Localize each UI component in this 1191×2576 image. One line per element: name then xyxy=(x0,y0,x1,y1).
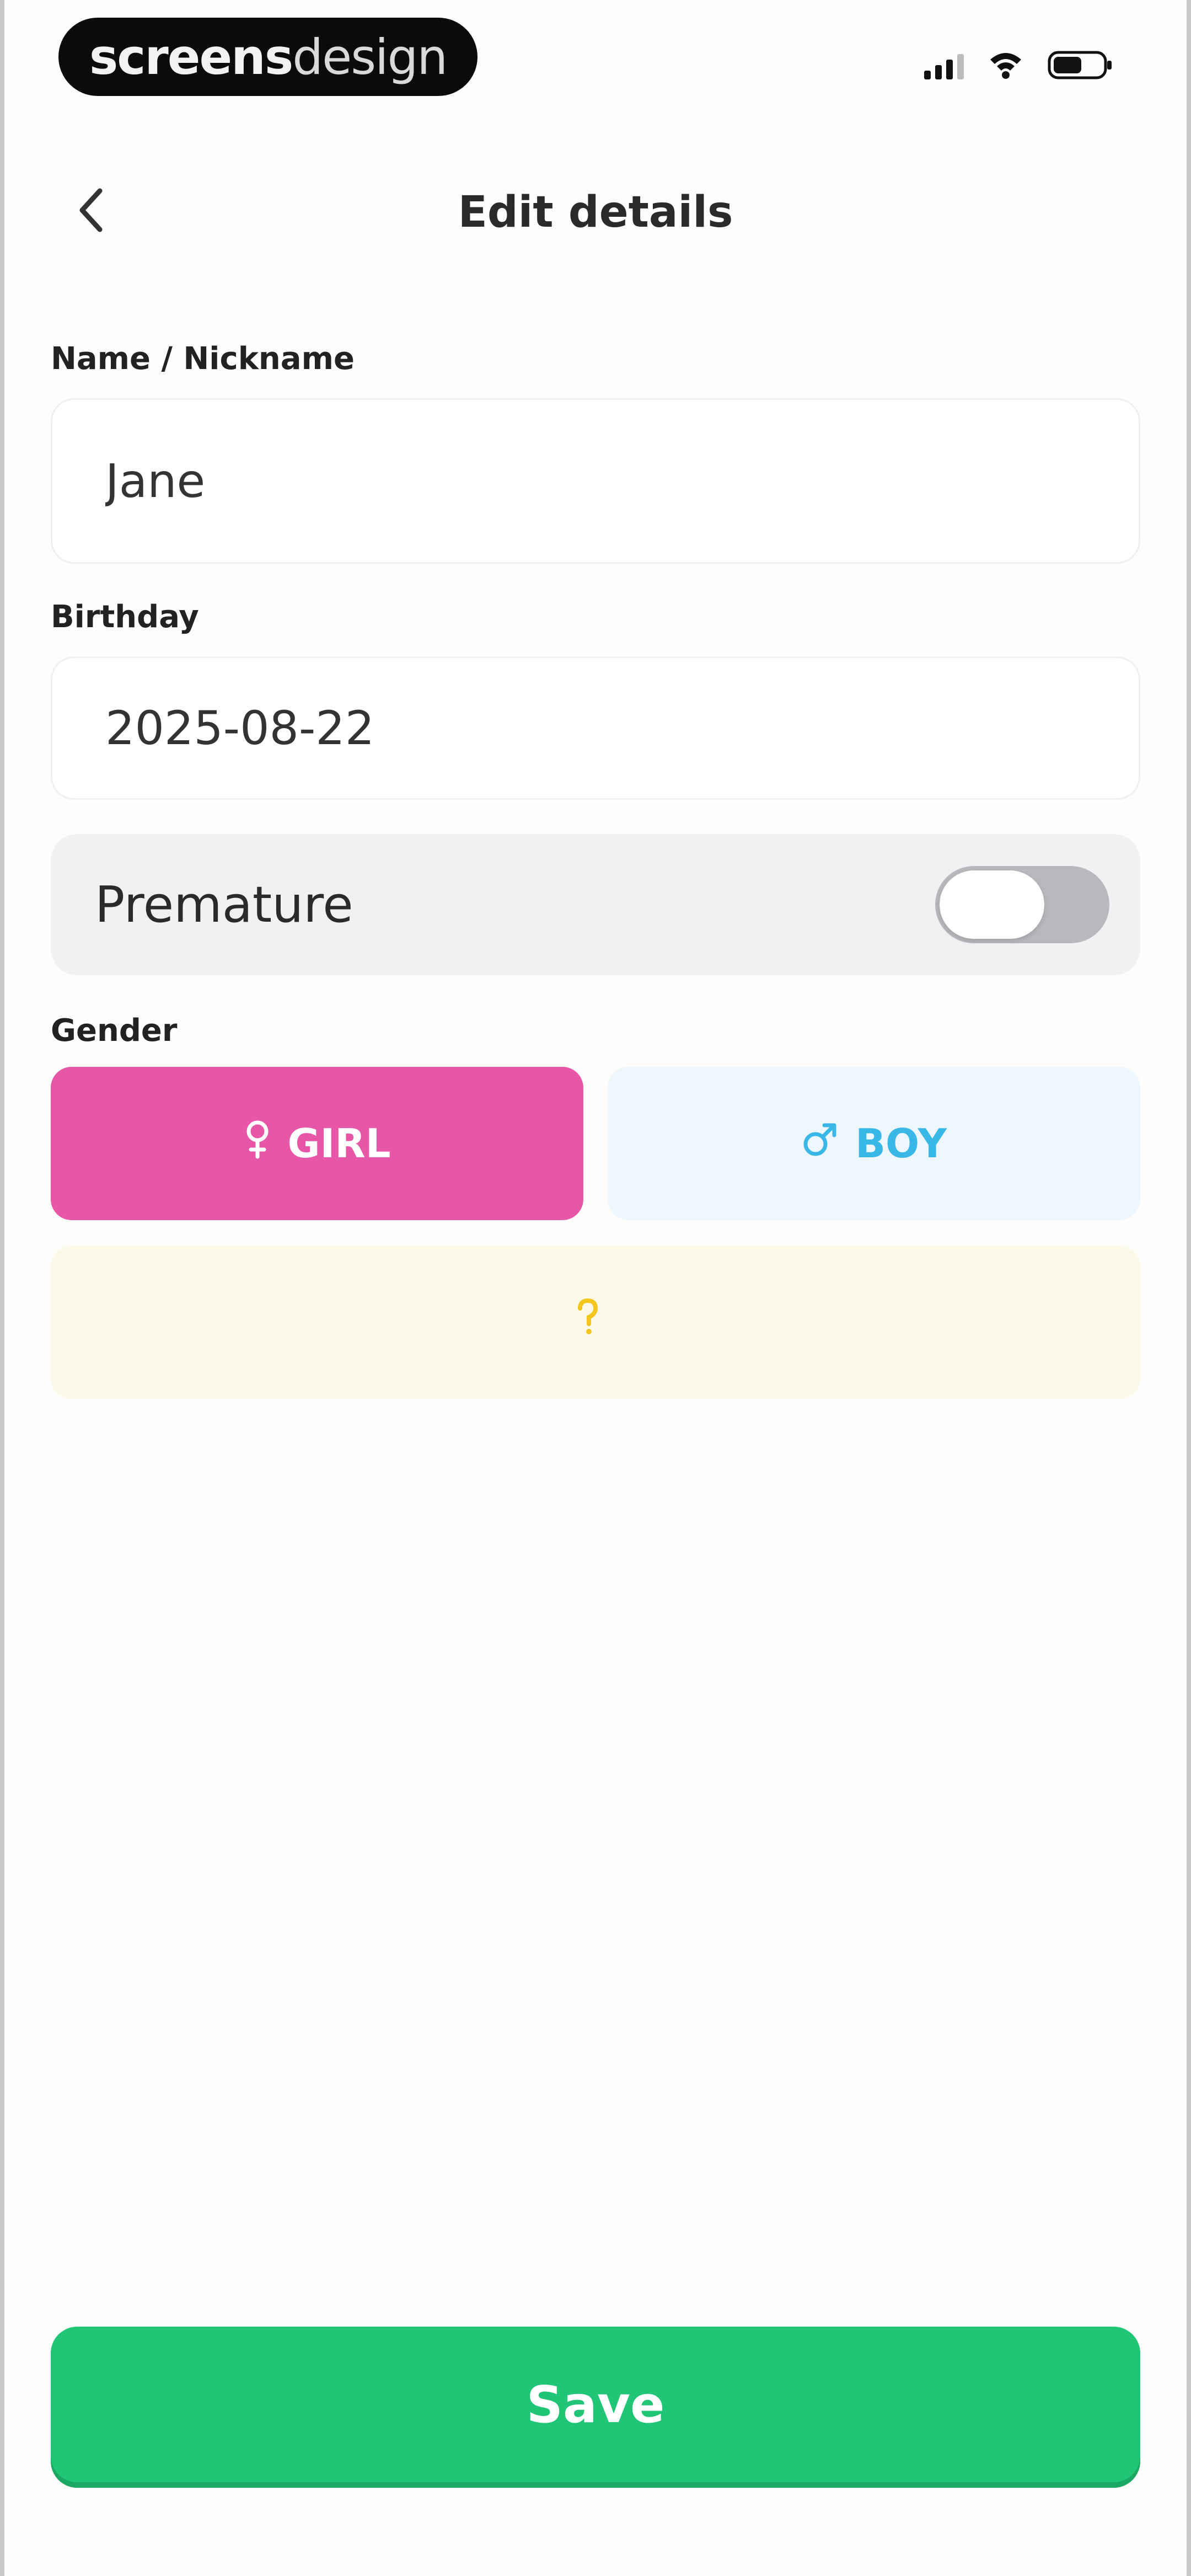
gender-girl-button[interactable]: GIRL xyxy=(51,1067,583,1220)
gender-boy-button[interactable]: BOY xyxy=(608,1067,1140,1220)
header: Edit details xyxy=(0,165,1191,254)
status-icons xyxy=(924,50,1114,83)
toggle-knob xyxy=(940,870,1044,939)
device-frame-left xyxy=(0,0,4,2576)
premature-row: Premature xyxy=(51,834,1140,975)
page-title: Edit details xyxy=(458,188,733,237)
screensdesign-watermark: screens design xyxy=(58,18,478,96)
question-mark-icon xyxy=(577,1298,599,1346)
wifi-icon xyxy=(988,51,1023,82)
name-label: Name / Nickname xyxy=(51,341,355,377)
gender-label: Gender xyxy=(51,1013,178,1049)
male-icon xyxy=(801,1120,840,1168)
name-input[interactable] xyxy=(51,398,1140,564)
premature-toggle[interactable] xyxy=(935,866,1109,943)
female-icon xyxy=(243,1119,272,1168)
birthday-input[interactable] xyxy=(51,656,1140,800)
device-frame-right xyxy=(1187,0,1191,2576)
status-bar: screens design xyxy=(0,0,1191,121)
gender-boy-label: BOY xyxy=(855,1120,947,1167)
signal-icon xyxy=(924,53,964,79)
watermark-light-text: design xyxy=(292,28,448,85)
gender-girl-label: GIRL xyxy=(287,1120,391,1167)
save-button[interactable]: Save xyxy=(51,2327,1140,2482)
birthday-label: Birthday xyxy=(51,599,199,635)
gender-unknown-button[interactable] xyxy=(51,1246,1140,1399)
battery-icon xyxy=(1048,50,1114,83)
watermark-bold-text: screens xyxy=(89,28,293,85)
premature-label: Premature xyxy=(95,876,353,934)
